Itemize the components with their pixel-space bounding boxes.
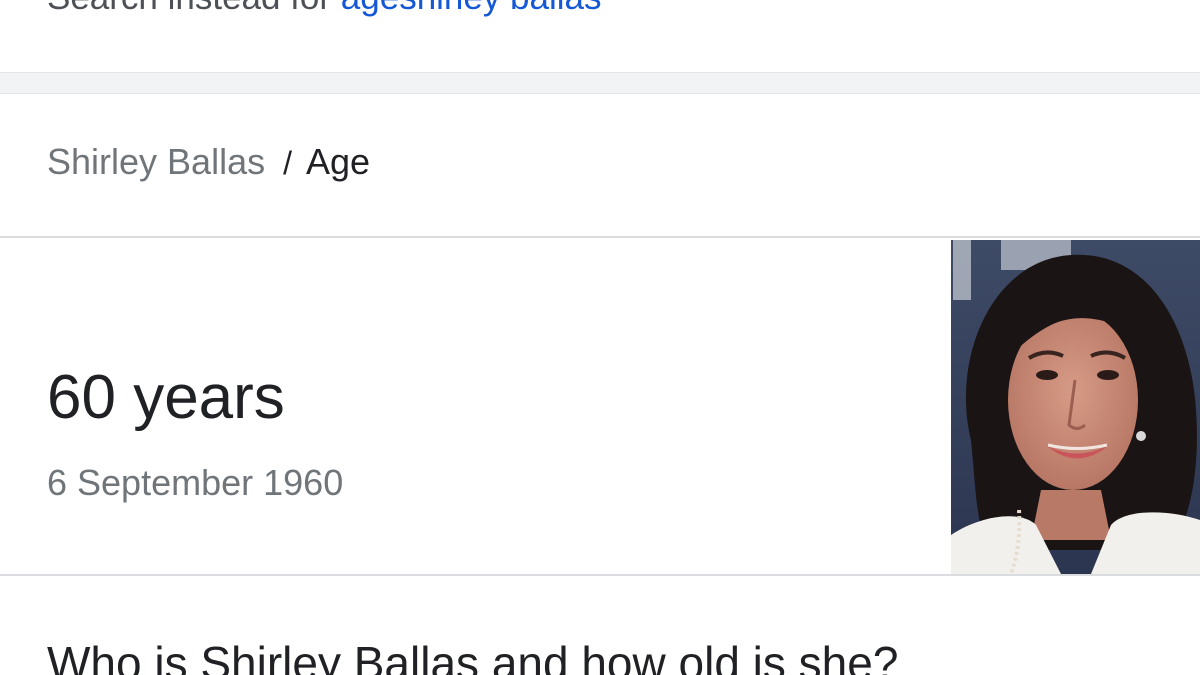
spelling-correction: Search instead for ageshirley ballas: [0, 0, 1200, 72]
search-instead-prefix: Search instead for: [47, 0, 331, 17]
related-question[interactable]: Who is Shirley Ballas and how old is she…: [0, 578, 1200, 675]
breadcrumb-trail: Shirley Ballas / Age: [47, 142, 370, 183]
breadcrumb-separator: /: [283, 145, 292, 181]
breadcrumb-attribute: Age: [305, 141, 371, 182]
breadcrumb: Shirley Ballas / Age: [0, 94, 1200, 238]
search-instead-link[interactable]: ageshirley ballas: [341, 0, 602, 17]
answer-value: 60 years: [47, 363, 285, 432]
related-question-text: Who is Shirley Ballas and how old is she…: [47, 637, 899, 675]
answer-birth-date: 6 September 1960: [47, 462, 344, 503]
breadcrumb-entity-link[interactable]: Shirley Ballas: [47, 141, 265, 182]
answer-card: 60 years 6 September 1960: [0, 238, 1200, 576]
section-separator: [0, 72, 1200, 94]
entity-photo-image: [951, 240, 1200, 574]
search-instead-line: Search instead for ageshirley ballas: [47, 0, 602, 18]
entity-photo[interactable]: [951, 240, 1200, 574]
